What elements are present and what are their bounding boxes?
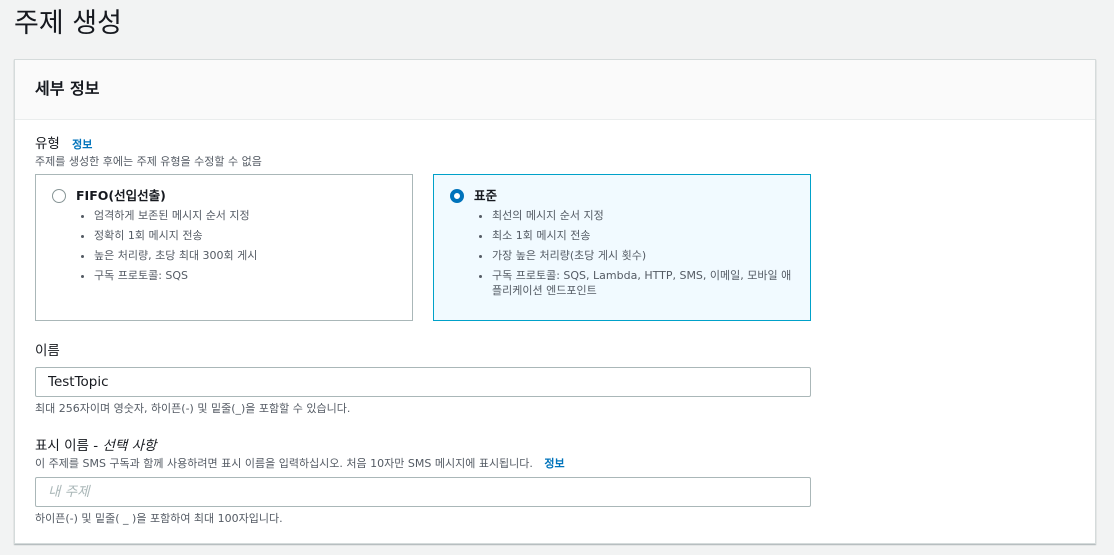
details-panel-header: 세부 정보 bbox=[15, 60, 1095, 120]
display-name-hint: 하이픈(-) 및 밑줄( _ )을 포함하여 최대 100자입니다. bbox=[35, 512, 283, 525]
type-description: 주제를 생성한 후에는 주제 유형을 수정할 수 없음 bbox=[35, 155, 262, 168]
fifo-features: 엄격하게 보존된 메시지 순서 지정 정확히 1회 메시지 전송 높은 처리량,… bbox=[76, 208, 394, 288]
standard-radio[interactable] bbox=[450, 189, 464, 203]
details-panel: 세부 정보 유형 정보 주제를 생성한 후에는 주제 유형을 수정할 수 없음 … bbox=[14, 59, 1096, 544]
display-name-label-row: 표시 이름 - 선택 사항 bbox=[35, 437, 156, 455]
name-hint: 최대 256자이며 영숫자, 하이픈(-) 및 밑줄(_)을 포함할 수 있습니… bbox=[35, 402, 351, 415]
list-item: 구독 프로토콜: SQS, Lambda, HTTP, SMS, 이메일, 모바… bbox=[492, 268, 792, 298]
type-info-link[interactable]: 정보 bbox=[72, 138, 92, 151]
details-header: 세부 정보 bbox=[35, 79, 100, 98]
fifo-title: FIFO(선입선출) bbox=[76, 188, 166, 203]
name-input[interactable] bbox=[35, 367, 811, 397]
type-option-standard[interactable]: 표준 최선의 메시지 순서 지정 최소 1회 메시지 전송 가장 높은 처리량(… bbox=[433, 174, 811, 321]
standard-features: 최선의 메시지 순서 지정 최소 1회 메시지 전송 가장 높은 처리량(초당 … bbox=[474, 208, 792, 303]
list-item: 최소 1회 메시지 전송 bbox=[492, 228, 792, 243]
fifo-radio[interactable] bbox=[52, 189, 66, 203]
list-item: 가장 높은 처리량(초당 게시 횟수) bbox=[492, 248, 792, 263]
display-name-input[interactable] bbox=[35, 477, 811, 507]
name-label: 이름 bbox=[35, 343, 60, 359]
list-item: 높은 처리량, 초당 최대 300회 게시 bbox=[94, 248, 394, 263]
display-name-description-row: 이 주제를 SMS 구독과 함께 사용하려면 표시 이름을 입력하십시오. 처음… bbox=[35, 457, 565, 471]
page-title: 주제 생성 bbox=[14, 8, 122, 39]
list-item: 구독 프로토콜: SQS bbox=[94, 268, 394, 283]
type-option-fifo[interactable]: FIFO(선입선출) 엄격하게 보존된 메시지 순서 지정 정확히 1회 메시지… bbox=[35, 174, 413, 321]
standard-title: 표준 bbox=[474, 188, 498, 203]
list-item: 최선의 메시지 순서 지정 bbox=[492, 208, 792, 223]
display-name-info-link[interactable]: 정보 bbox=[544, 457, 564, 470]
display-name-label: 표시 이름 - bbox=[35, 438, 103, 454]
display-name-optional: 선택 사항 bbox=[102, 438, 157, 454]
list-item: 정확히 1회 메시지 전송 bbox=[94, 228, 394, 243]
type-label-row: 유형 정보 bbox=[35, 135, 92, 154]
display-name-description: 이 주제를 SMS 구독과 함께 사용하려면 표시 이름을 입력하십시오. 처음… bbox=[35, 457, 533, 470]
list-item: 엄격하게 보존된 메시지 순서 지정 bbox=[94, 208, 394, 223]
type-label: 유형 bbox=[35, 136, 60, 152]
